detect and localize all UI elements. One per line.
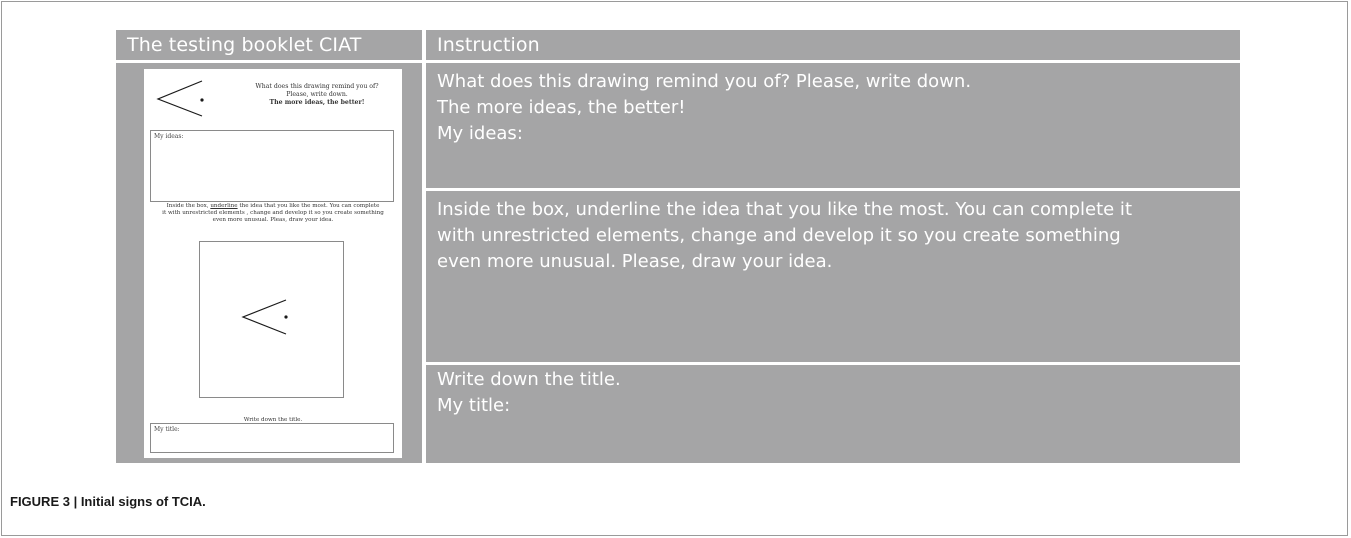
instruction-2-line-1: Inside the box, underline the idea that …: [437, 199, 1132, 220]
header-instruction: Instruction: [426, 30, 1240, 60]
figure-caption: FIGURE 3 | Initial signs of TCIA.: [10, 494, 206, 509]
title-label: My title:: [154, 426, 180, 433]
instruction-cell-3: Write down the title. My title:: [426, 365, 1240, 463]
header-booklet: The testing booklet CIAT: [116, 30, 422, 60]
instruction-cell-1: What does this drawing remind you of? Pl…: [426, 63, 1240, 188]
title-box: My title:: [150, 423, 394, 453]
instruction-3-line-1: Write down the title.: [437, 369, 621, 390]
instruction-1-line-2: The more ideas, the better!: [437, 97, 686, 118]
angle-stimulus-small-icon: [241, 299, 288, 335]
booklet-question: What does this drawing remind you of? Pl…: [255, 83, 379, 106]
instruction-3-line-2: My title:: [437, 395, 511, 416]
angle-stimulus-icon: [156, 80, 204, 117]
drawing-box: [199, 241, 344, 398]
booklet-page: What does this drawing remind you of? Pl…: [144, 69, 402, 458]
ideas-label: My ideas:: [154, 133, 184, 140]
instruction-1-line-1: What does this drawing remind you of? Pl…: [437, 71, 972, 92]
ideas-box: My ideas:: [150, 130, 394, 202]
instruction-cell-2: Inside the box, underline the idea that …: [426, 191, 1240, 362]
booklet-instruction: Inside the box, underline the idea that …: [162, 203, 384, 224]
instruction-2-line-2: with unrestricted elements, change and d…: [437, 225, 1121, 246]
instruction-2-line-3: even more unusual. Please, draw your ide…: [437, 251, 833, 272]
instruction-1-line-3: My ideas:: [437, 123, 523, 144]
